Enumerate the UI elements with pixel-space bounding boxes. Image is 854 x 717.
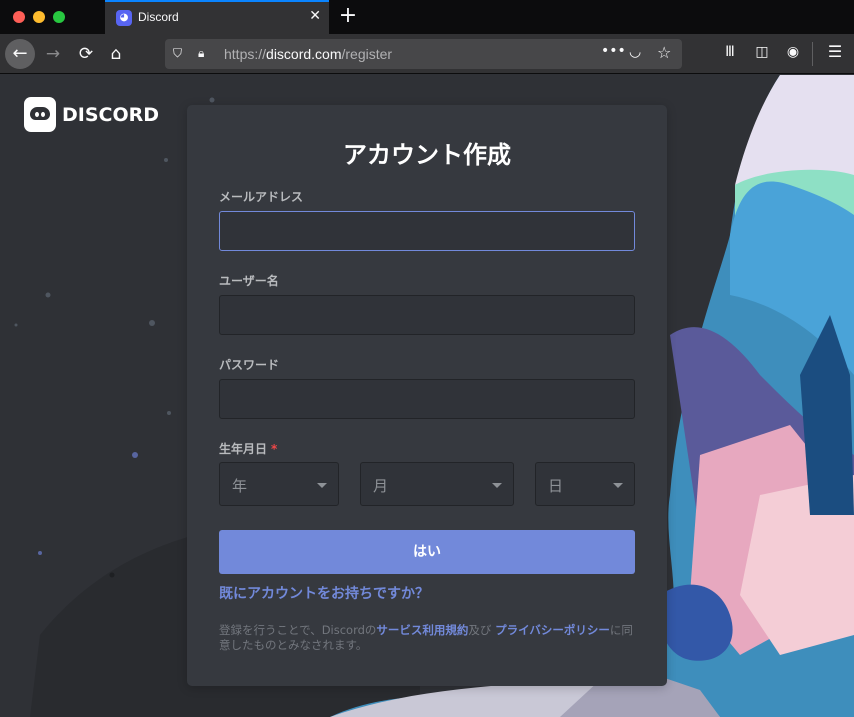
new-tab-button[interactable]: + xyxy=(337,3,359,29)
dob-label: 生年月日 * xyxy=(219,442,278,456)
chevron-down-icon xyxy=(492,483,502,488)
sidebar-icon[interactable]: ◫ xyxy=(752,44,772,60)
browser-tab[interactable]: ◕ Discord ✕ xyxy=(105,0,329,34)
tracking-shield-icon[interactable]: ⛉ xyxy=(173,46,182,61)
url-bar[interactable]: ⛉ 🔒︎ https://discord.com/register ••• ◡ … xyxy=(165,39,682,69)
register-card: アカウント作成 メールアドレス ユーザー名 パスワード 生年月日 * 年 月 日 … xyxy=(187,105,667,686)
page-actions-more-icon[interactable]: ••• xyxy=(601,43,626,59)
year-placeholder: 年 xyxy=(232,477,248,495)
submit-button[interactable]: はい xyxy=(219,530,635,574)
legal-notice: 登録を行うことで、Discordのサービス利用規約及び プライバシーポリシーに同… xyxy=(219,623,633,652)
forward-button[interactable]: → xyxy=(38,39,68,69)
hamburger-menu-icon[interactable]: ☰ xyxy=(825,42,845,61)
window-titlebar: ◕ Discord ✕ + xyxy=(0,0,854,34)
email-label: メールアドレス xyxy=(219,190,304,204)
username-field[interactable] xyxy=(219,295,635,335)
terms-of-service-link[interactable]: サービス利用規約 xyxy=(376,623,468,637)
reload-button[interactable]: ⟳ xyxy=(71,39,101,69)
password-field[interactable] xyxy=(219,379,635,419)
page-title: アカウント作成 xyxy=(343,141,511,169)
zoom-window-button[interactable] xyxy=(53,11,65,23)
username-label: ユーザー名 xyxy=(219,274,279,288)
discord-favicon-icon: ◕ xyxy=(116,10,132,26)
discord-logo-icon xyxy=(24,97,56,132)
back-button[interactable]: ← xyxy=(5,39,35,69)
password-label: パスワード xyxy=(219,358,280,372)
navigation-toolbar: ← → ⟳ ⌂ ⛉ 🔒︎ https://discord.com/registe… xyxy=(0,34,854,74)
chevron-down-icon xyxy=(317,483,327,488)
register-page: DISCORD アカウント作成 メールアドレス ユーザー名 パスワード 生年月日… xyxy=(0,75,854,717)
close-window-button[interactable] xyxy=(13,11,25,23)
logo-wordmark: DISCORD xyxy=(62,104,160,126)
lock-icon[interactable]: 🔒︎ xyxy=(198,46,204,61)
account-icon[interactable]: ◉ xyxy=(783,44,803,60)
day-select[interactable]: 日 xyxy=(535,462,635,506)
month-placeholder: 月 xyxy=(373,477,389,495)
month-select[interactable]: 月 xyxy=(360,462,514,506)
privacy-policy-link[interactable]: プライバシーポリシー xyxy=(495,623,610,637)
library-icon[interactable]: Ⅲ xyxy=(720,44,740,60)
required-mark: * xyxy=(271,442,278,456)
home-button[interactable]: ⌂ xyxy=(101,39,131,69)
url-text[interactable]: https://discord.com/register xyxy=(224,46,392,62)
email-field[interactable] xyxy=(219,211,635,251)
toolbar-divider xyxy=(812,42,813,66)
pocket-icon[interactable]: ◡ xyxy=(629,44,641,60)
login-link[interactable]: 既にアカウントをお持ちですか？ xyxy=(219,583,429,603)
tab-title: Discord xyxy=(138,10,179,24)
day-placeholder: 日 xyxy=(548,477,564,495)
chevron-down-icon xyxy=(613,483,623,488)
bookmark-star-icon[interactable]: ☆ xyxy=(657,43,671,62)
tab-close-icon[interactable]: ✕ xyxy=(309,8,321,24)
minimize-window-button[interactable] xyxy=(33,11,45,23)
year-select[interactable]: 年 xyxy=(219,462,339,506)
